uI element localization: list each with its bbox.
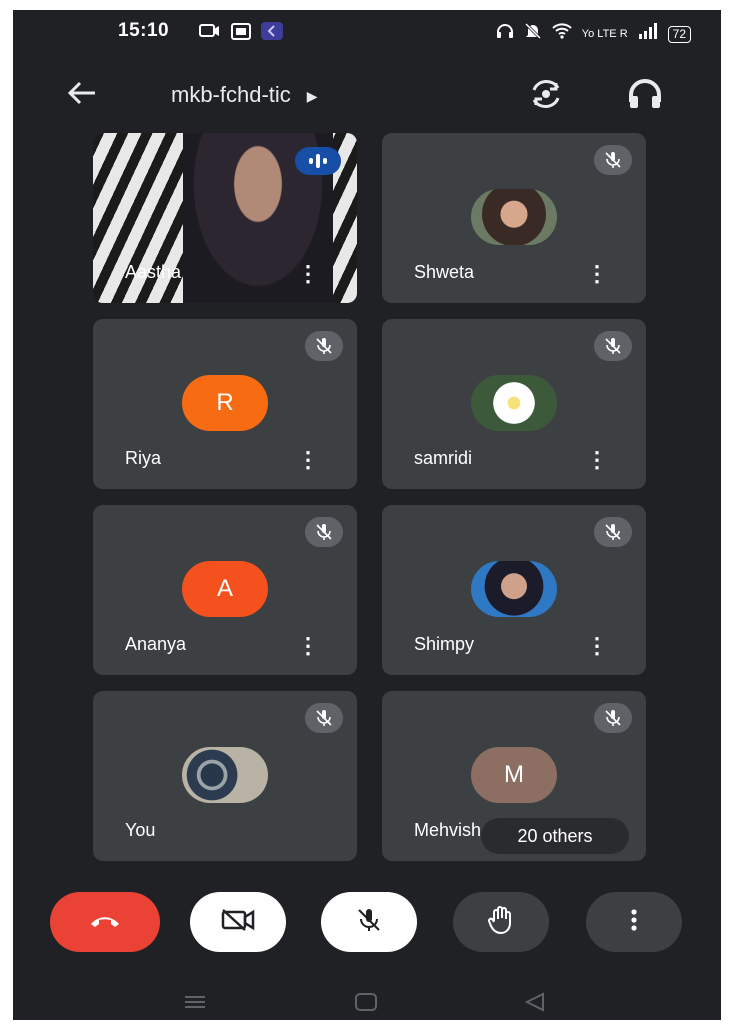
volte-signal-text: Yo LTE R [581, 28, 628, 40]
phone-screen: 15:10 Yo LTE R 72 mkb-fchd-tic ▶ Aastha … [13, 10, 721, 1020]
app-bar: mkb-fchd-tic ▶ [13, 72, 721, 122]
system-nav-bar [13, 990, 721, 1020]
mic-off-icon [594, 331, 632, 361]
others-chip[interactable]: 20 others [481, 818, 629, 854]
participant-tile[interactable]: You [93, 691, 357, 861]
participant-name: Mehvish [414, 820, 482, 840]
participant-name: You [125, 820, 156, 840]
participant-name: Aastha [125, 262, 182, 282]
mic-toggle-button[interactable] [321, 892, 417, 952]
end-call-button[interactable] [50, 892, 160, 952]
avatar [471, 561, 557, 617]
more-vert-icon[interactable]: ⋮ [297, 263, 319, 285]
mic-off-icon [305, 703, 343, 733]
participant-tile[interactable]: A Ananya ⋮ [93, 505, 357, 675]
status-time: 15:10 [118, 20, 170, 41]
meeting-code-text: mkb-fchd-tic [171, 82, 291, 107]
mic-off-icon [305, 331, 343, 361]
headset-status-icon [496, 23, 514, 45]
avatar-initial: R [216, 389, 234, 416]
participant-tile[interactable]: R Riya ⋮ [93, 319, 357, 489]
menu-nav-icon[interactable] [183, 994, 207, 1015]
raise-hand-icon [487, 905, 515, 940]
end-call-icon [88, 911, 122, 934]
avatar: R [182, 375, 268, 431]
mic-off-icon [594, 703, 632, 733]
avatar-initial: M [504, 761, 524, 788]
play-triangle-icon: ▶ [306, 87, 318, 104]
mute-bell-icon [524, 22, 542, 46]
participant-name: Shimpy [414, 634, 475, 654]
participant-name: samridi [414, 448, 473, 468]
avatar-initial: A [216, 575, 233, 602]
avatar [471, 375, 557, 431]
participant-tile[interactable]: samridi ⋮ [382, 319, 646, 489]
mic-off-icon [594, 145, 632, 175]
call-controls [13, 880, 721, 952]
participant-tile[interactable]: Aastha ⋮ [93, 133, 357, 303]
mic-off-icon [305, 517, 343, 547]
cast-icon [199, 23, 221, 45]
back-nav-icon[interactable] [523, 992, 547, 1017]
camera-toggle-button[interactable] [190, 892, 286, 952]
battery-level: 72 [667, 25, 691, 43]
calendar-icon [231, 22, 251, 46]
mic-off-icon [594, 517, 632, 547]
participant-name: Shweta [414, 262, 475, 282]
home-nav-icon[interactable] [354, 992, 378, 1017]
notification-icon [261, 22, 283, 46]
wifi-icon [552, 23, 572, 45]
headphones-icon[interactable] [625, 74, 665, 119]
signal-icon [638, 23, 658, 45]
more-vert-icon[interactable]: ⋮ [586, 263, 608, 285]
avatar: A [182, 561, 268, 617]
meeting-code[interactable]: mkb-fchd-tic ▶ [171, 82, 318, 108]
back-arrow-icon[interactable] [65, 76, 99, 118]
more-vert-icon [630, 908, 638, 937]
mic-off-icon [356, 907, 382, 938]
status-bar: 15:10 Yo LTE R 72 [13, 10, 721, 54]
more-options-button[interactable] [586, 892, 682, 952]
avatar [471, 189, 557, 245]
raise-hand-button[interactable] [453, 892, 549, 952]
avatar [182, 747, 268, 803]
participant-tile[interactable]: Shimpy ⋮ [382, 505, 646, 675]
more-vert-icon[interactable]: ⋮ [297, 449, 319, 471]
avatar: M [471, 747, 557, 803]
participant-tile[interactable]: Shweta ⋮ [382, 133, 646, 303]
camera-off-icon [220, 907, 256, 938]
participant-name: Ananya [125, 634, 187, 654]
speaking-indicator-icon [295, 147, 341, 175]
more-vert-icon[interactable]: ⋮ [586, 635, 608, 657]
more-vert-icon[interactable]: ⋮ [297, 635, 319, 657]
more-vert-icon[interactable]: ⋮ [586, 449, 608, 471]
switch-camera-icon[interactable] [526, 74, 566, 119]
participant-name: Riya [125, 448, 162, 468]
